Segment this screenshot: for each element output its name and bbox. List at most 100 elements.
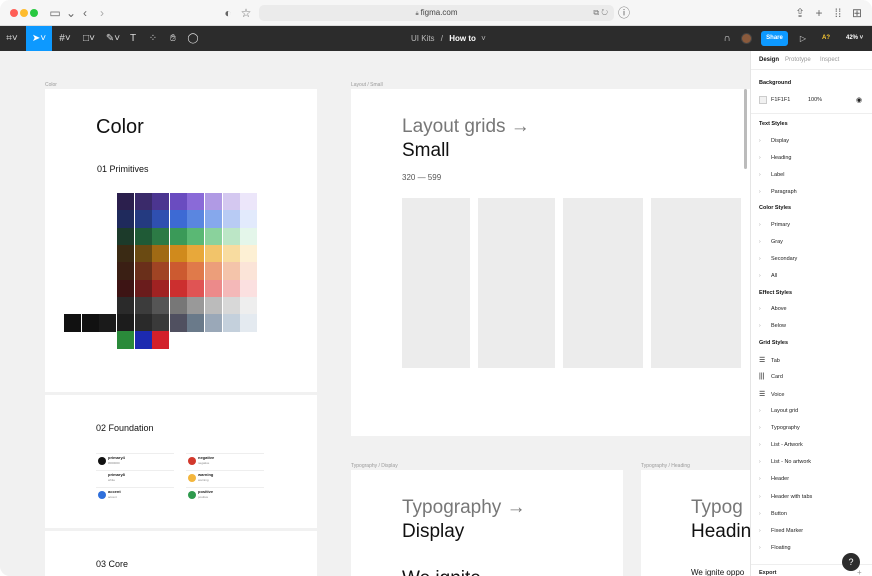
style-item[interactable]: › Button bbox=[759, 511, 787, 517]
style-item[interactable]: › Header with tabs bbox=[759, 494, 812, 500]
core-frame[interactable]: 03 Core bbox=[45, 531, 317, 576]
token-value: positive bbox=[198, 495, 209, 499]
style-item[interactable]: › Display bbox=[759, 138, 789, 144]
token-color-dot bbox=[188, 457, 196, 465]
background-color-swatch[interactable] bbox=[759, 96, 767, 104]
foundation-frame[interactable]: 02 Foundation primary4 #000000 negative neg… bbox=[45, 395, 317, 528]
minimize-window-button[interactable] bbox=[20, 9, 28, 17]
zoom-level[interactable]: 42% ˅ bbox=[846, 26, 863, 51]
shape-tool-icon[interactable]: □˅ bbox=[78, 26, 100, 51]
frame-label-layout[interactable]: Layout / Small bbox=[351, 82, 383, 88]
add-export-icon[interactable]: + bbox=[857, 568, 862, 576]
style-item[interactable]: ☰ Tab bbox=[759, 356, 780, 364]
help-button[interactable]: ? bbox=[842, 553, 860, 571]
frame-tool-icon[interactable]: #˅ bbox=[54, 26, 76, 51]
new-tab-icon[interactable]: + bbox=[813, 5, 825, 21]
typography-title: Typography → bbox=[402, 497, 526, 518]
style-item[interactable]: › Secondary bbox=[759, 256, 797, 262]
chevron-right-icon: › bbox=[759, 528, 761, 534]
style-item[interactable]: ☰ Voice bbox=[759, 390, 784, 398]
typography-display-frame[interactable]: Typography → Display We ignite bbox=[351, 470, 623, 576]
style-item[interactable]: › Gray bbox=[759, 239, 783, 245]
chevron-down-icon[interactable]: ˅ bbox=[481, 34, 486, 43]
typography-heading-title: Typog bbox=[691, 497, 743, 518]
main-menu-icon[interactable]: ⌗˅ bbox=[2, 26, 22, 51]
style-item[interactable]: › Floating bbox=[759, 545, 791, 551]
text-tool-icon[interactable]: T bbox=[126, 26, 140, 51]
resources-icon[interactable]: ⁘ bbox=[146, 26, 160, 51]
missing-fonts-badge[interactable]: A? bbox=[822, 26, 830, 51]
background-hex[interactable]: F1F1F1 bbox=[771, 97, 790, 103]
export-section-title[interactable]: Export bbox=[759, 570, 776, 576]
color-swatch bbox=[152, 210, 170, 229]
style-item[interactable]: ||| Card bbox=[759, 373, 783, 380]
frame-label-typography-display[interactable]: Typography / Display bbox=[351, 463, 398, 469]
canvas-scrollbar[interactable] bbox=[744, 89, 747, 169]
layout-grids-frame[interactable]: Layout grids → Small 320 — 599 bbox=[351, 89, 750, 436]
color-swatch bbox=[222, 262, 240, 281]
reader-icon[interactable]: ⧉ ↻ bbox=[593, 5, 608, 21]
avatar[interactable] bbox=[741, 33, 752, 44]
sidebar-toggle-icon[interactable]: ▭ bbox=[48, 5, 62, 21]
row-grid-icon: ☰ bbox=[759, 391, 766, 399]
color-title: Color bbox=[96, 116, 144, 138]
typography-heading-frame[interactable]: Typog Headin We ignite oppo bbox=[641, 470, 750, 576]
token-color-dot bbox=[98, 474, 106, 482]
style-item-label: All bbox=[771, 273, 778, 280]
color-swatch bbox=[117, 244, 134, 263]
style-item[interactable]: › Label bbox=[759, 172, 784, 178]
style-item[interactable]: › Typography bbox=[759, 425, 800, 431]
tab-prototype[interactable]: Prototype bbox=[785, 57, 811, 63]
style-item[interactable]: › Fixed Marker bbox=[759, 528, 803, 534]
style-item[interactable]: › Primary bbox=[759, 222, 790, 228]
style-item[interactable]: › Below bbox=[759, 323, 786, 329]
chevron-right-icon: › bbox=[759, 442, 761, 448]
tab-design[interactable]: Design bbox=[759, 57, 779, 63]
color-swatch bbox=[169, 262, 187, 281]
color-swatch bbox=[117, 331, 134, 350]
chevron-right-icon: › bbox=[759, 459, 761, 466]
headphones-icon[interactable]: ∩ bbox=[720, 26, 734, 51]
comment-tool-icon[interactable]: ◯ bbox=[186, 26, 200, 51]
tab-overview-icon[interactable]: ⊞ bbox=[851, 5, 863, 21]
style-item[interactable]: › List - Artwork bbox=[759, 442, 803, 448]
present-icon[interactable]: ▷ bbox=[796, 26, 810, 51]
color-frame[interactable]: Color 01 Primitives bbox=[45, 89, 317, 392]
style-item[interactable]: › Above bbox=[759, 306, 787, 312]
style-item[interactable]: › Header bbox=[759, 476, 789, 482]
file-name[interactable]: UI Kits bbox=[411, 34, 435, 43]
style-item[interactable]: › List - No artwork bbox=[759, 459, 811, 465]
page-name[interactable]: How to bbox=[449, 34, 476, 43]
back-icon[interactable]: ‹ bbox=[80, 5, 90, 21]
tab-inspect[interactable]: Inspect bbox=[820, 57, 839, 63]
share-button[interactable]: Share bbox=[761, 31, 788, 46]
style-section-title: Text Styles bbox=[759, 121, 788, 127]
layout-grids-subtitle: Small bbox=[402, 140, 450, 161]
share-icon[interactable]: ⇪ bbox=[794, 5, 806, 21]
privacy-shield-icon[interactable]: ◐ bbox=[222, 5, 234, 21]
style-item[interactable]: › Paragraph bbox=[759, 189, 797, 195]
background-opacity[interactable]: 100% bbox=[808, 97, 822, 103]
color-swatch bbox=[152, 331, 170, 350]
style-item-label: List - Artwork bbox=[771, 442, 803, 448]
forward-icon[interactable]: › bbox=[97, 5, 107, 21]
breadcrumb[interactable]: UI Kits / How to ˅ bbox=[411, 26, 486, 51]
style-item[interactable]: › All bbox=[759, 273, 777, 279]
bookmark-star-icon[interactable]: ☆ bbox=[240, 5, 252, 21]
pen-tool-icon[interactable]: ✎˅ bbox=[102, 26, 124, 51]
info-icon[interactable]: ⓘ bbox=[618, 5, 630, 21]
style-item-label: Below bbox=[771, 323, 786, 330]
canvas[interactable]: Color Color 01 Primitives 02 Foundation … bbox=[0, 51, 750, 576]
tab-grid-icon[interactable]: ⁞⁞ bbox=[832, 5, 844, 21]
chevron-down-icon[interactable]: ⌄ bbox=[66, 5, 76, 21]
hand-tool-icon[interactable]: ✋︎ bbox=[166, 26, 180, 51]
visibility-eye-icon[interactable]: ◉ bbox=[856, 96, 862, 104]
move-tool-icon[interactable]: ➤˅ bbox=[26, 26, 52, 51]
close-window-button[interactable] bbox=[10, 9, 18, 17]
frame-label-typography-heading[interactable]: Typography / Heading bbox=[641, 463, 690, 469]
style-item[interactable]: › Layout grid bbox=[759, 408, 798, 414]
address-bar[interactable]: 🔒︎ figma.com ⧉ ↻ bbox=[259, 5, 614, 21]
frame-label-color[interactable]: Color bbox=[45, 82, 57, 88]
zoom-window-button[interactable] bbox=[30, 9, 38, 17]
style-item[interactable]: › Heading bbox=[759, 155, 792, 161]
